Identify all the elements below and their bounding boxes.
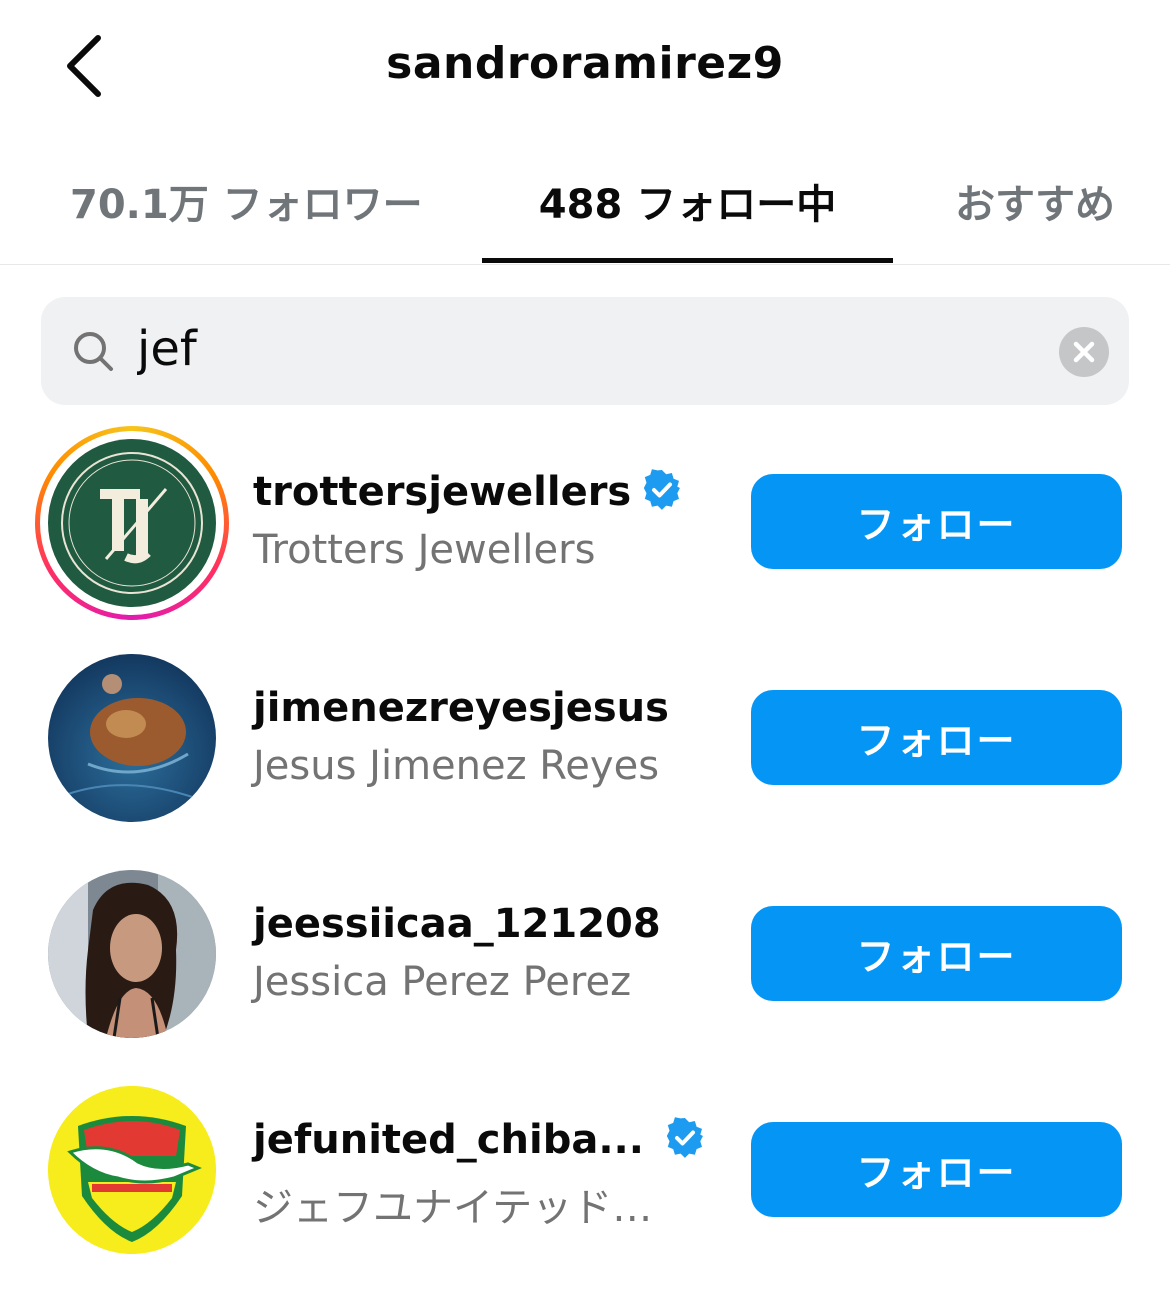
full-name: Trotters Jewellers xyxy=(253,527,596,573)
username[interactable]: jimenezreyesjesus xyxy=(253,685,669,731)
list-item[interactable]: jimenezreyesjesus Jesus Jimenez Reyes フォ… xyxy=(0,641,1170,841)
search-bar xyxy=(41,297,1129,405)
active-tab-indicator xyxy=(482,258,893,263)
verified-badge-icon xyxy=(666,1117,703,1158)
tab-followers[interactable]: 70.1万 フォロワー xyxy=(70,172,423,232)
search-input[interactable] xyxy=(137,321,1017,377)
username[interactable]: trottersjewellers xyxy=(253,469,683,515)
list-item[interactable]: jefunited_chiba... ジェフユナイテッド… フォロー xyxy=(0,1073,1170,1273)
full-name: Jessica Perez Perez xyxy=(253,959,632,1005)
avatar[interactable] xyxy=(48,654,216,822)
tab-suggested[interactable]: おすすめ xyxy=(955,172,1115,232)
fish-photo-icon xyxy=(48,654,216,822)
magnifier-icon xyxy=(74,332,113,371)
page-title: sandroramirez9 xyxy=(386,38,784,89)
list-item[interactable]: trottersjewellers Trotters Jewellers フォロ… xyxy=(0,425,1170,625)
portrait-photo-icon xyxy=(48,870,216,1038)
follow-button[interactable]: フォロー xyxy=(751,474,1122,569)
verified-badge-icon xyxy=(644,469,681,510)
username[interactable]: jefunited_chiba... xyxy=(253,1117,706,1163)
trotters-logo-icon xyxy=(54,445,210,601)
avatar[interactable] xyxy=(48,1086,216,1254)
list-item[interactable]: jeessiicaa_121208 Jessica Perez Perez フォ… xyxy=(0,857,1170,1057)
follow-button[interactable]: フォロー xyxy=(751,1122,1122,1217)
jef-crest-icon xyxy=(48,1086,216,1254)
username-text: trottersjewellers xyxy=(253,469,632,515)
clear-search-button[interactable] xyxy=(1059,327,1109,377)
tab-bar: 70.1万 フォロワー 488 フォロー中 おすすめ xyxy=(0,150,1170,265)
top-bar: sandroramirez9 xyxy=(0,0,1170,140)
follow-button[interactable]: フォロー xyxy=(751,906,1122,1001)
clear-x-icon xyxy=(1073,341,1095,363)
avatar[interactable] xyxy=(48,870,216,1038)
username[interactable]: jeessiicaa_121208 xyxy=(253,901,661,947)
full-name: Jesus Jimenez Reyes xyxy=(253,743,660,789)
tab-following[interactable]: 488 フォロー中 xyxy=(482,172,893,232)
full-name: ジェフユナイテッド… xyxy=(253,1185,653,1231)
username-text: jefunited_chiba... xyxy=(253,1117,644,1163)
avatar[interactable] xyxy=(48,439,216,607)
follow-button[interactable]: フォロー xyxy=(751,690,1122,785)
